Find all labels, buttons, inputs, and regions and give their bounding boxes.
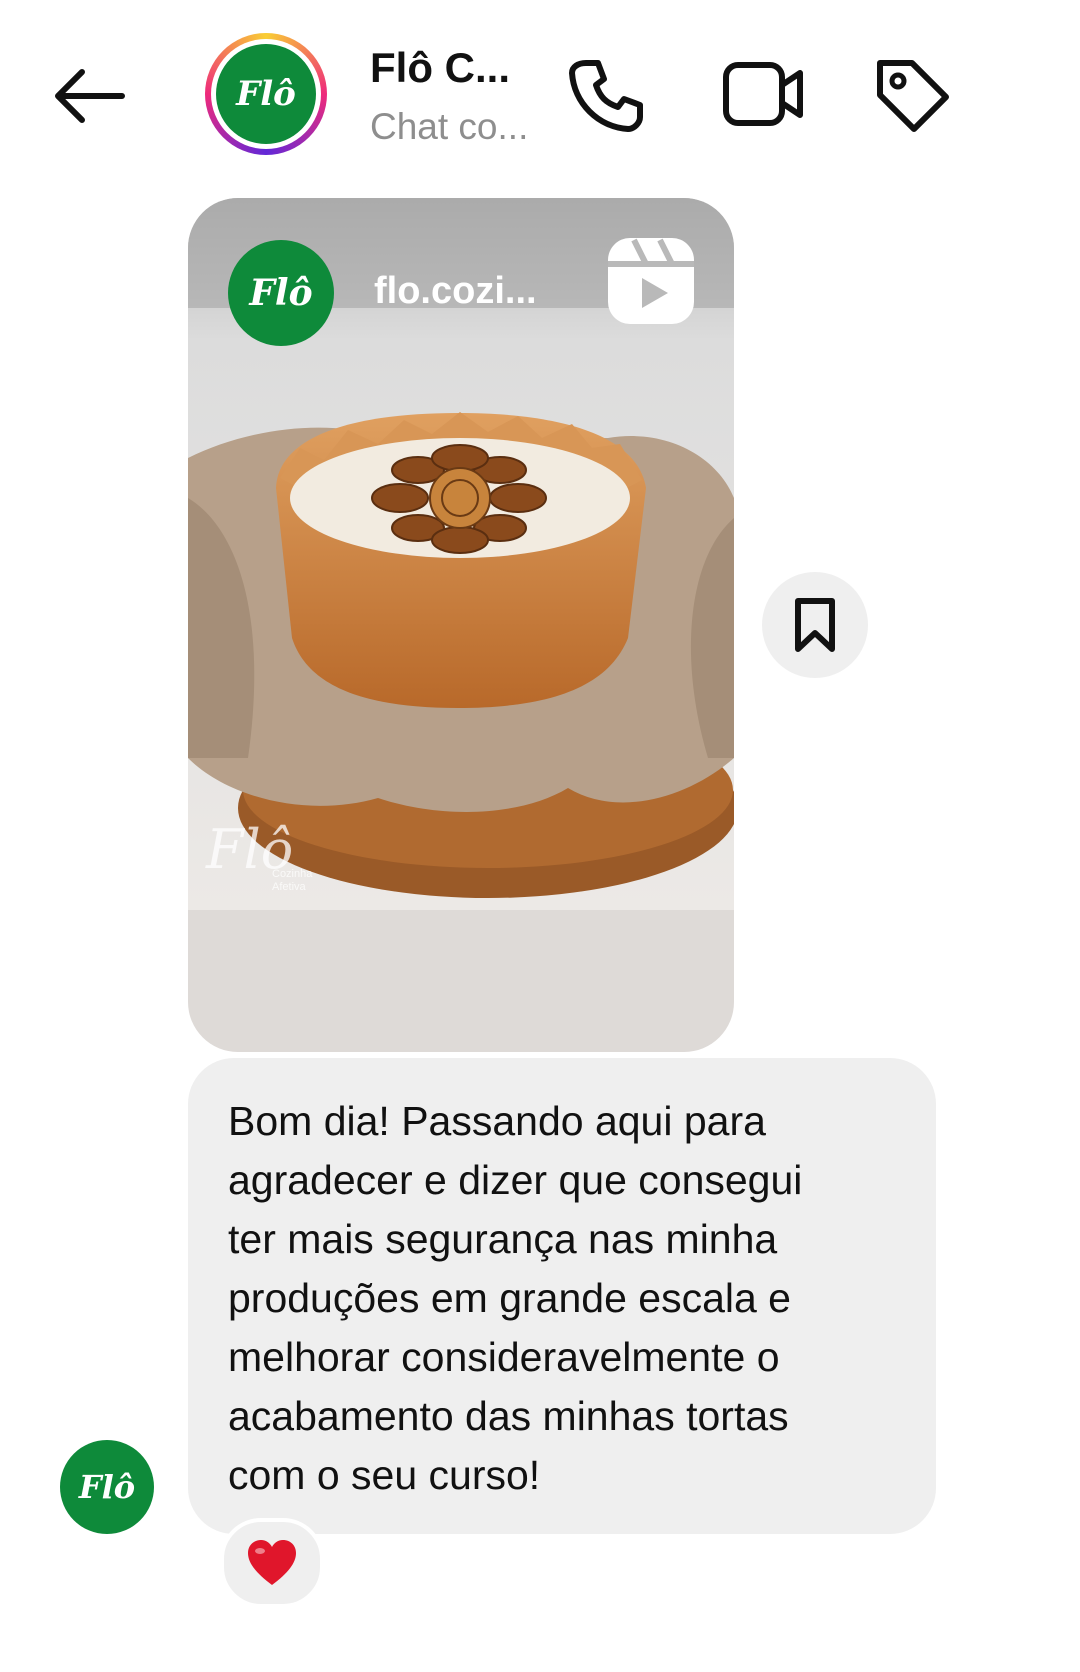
save-reel-button[interactable]	[762, 572, 868, 678]
audio-call-button[interactable]	[566, 55, 646, 135]
arrow-left-icon	[55, 69, 125, 123]
video-call-button[interactable]	[722, 55, 803, 135]
tag-icon	[877, 60, 949, 132]
contact-subtitle[interactable]: Chat co...	[370, 106, 528, 148]
flo-logo: Flô	[216, 44, 316, 144]
reel-username[interactable]: flo.cozi...	[374, 270, 537, 313]
message-bubble[interactable]: Bom dia! Passando aqui para agradecer e …	[188, 1058, 936, 1534]
bookmark-icon	[795, 598, 835, 652]
contact-avatar[interactable]: Flô	[205, 33, 327, 155]
label-button[interactable]	[872, 55, 952, 135]
back-button[interactable]	[52, 58, 132, 138]
chat-header: Flô Flô C... Chat co...	[0, 0, 1080, 190]
phone-icon	[569, 60, 643, 132]
shared-reel-card[interactable]: Flô flo.cozi... Flô Cozinha Afetiva	[188, 198, 734, 1052]
reel-watermark-subtitle: Cozinha Afetiva	[272, 868, 313, 893]
message-reaction[interactable]	[220, 1518, 324, 1608]
video-camera-icon	[723, 62, 803, 126]
reels-icon	[608, 238, 694, 324]
heart-icon	[248, 1540, 296, 1585]
sender-avatar[interactable]: Flô	[60, 1440, 154, 1534]
contact-name[interactable]: Flô C...	[370, 44, 510, 92]
reel-header: Flô flo.cozi...	[188, 198, 734, 346]
flo-logo[interactable]: Flô	[228, 240, 334, 346]
message-text: Bom dia! Passando aqui para agradecer e …	[228, 1098, 803, 1498]
